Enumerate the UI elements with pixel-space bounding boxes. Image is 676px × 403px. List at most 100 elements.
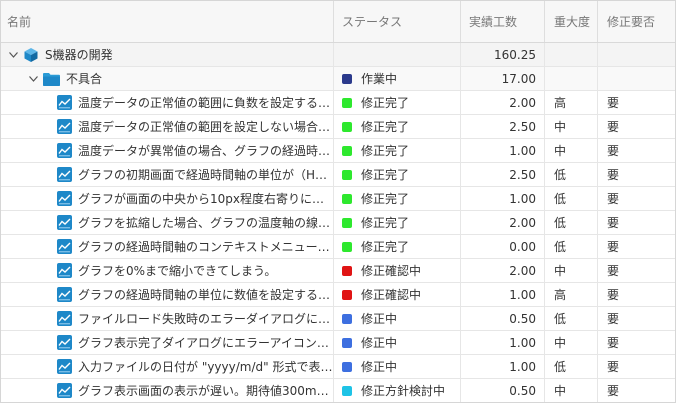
column-header-fix-required[interactable]: 修正要否 xyxy=(598,1,675,42)
issue-status: 修正完了 xyxy=(361,216,410,230)
project-fix-cell xyxy=(598,43,675,66)
line-chart-icon xyxy=(57,119,72,134)
issue-status: 修正完了 xyxy=(361,192,410,206)
group-fix-cell xyxy=(598,67,675,90)
issue-severity: 低 xyxy=(545,235,598,258)
issue-status: 修正中 xyxy=(361,336,398,350)
status-color-swatch xyxy=(342,241,352,252)
tree-row-issue[interactable]: グラフを0%まで縮小できてしまう。 修正確認中 2.00 中 要 xyxy=(1,259,675,283)
line-chart-icon xyxy=(57,335,72,350)
tree-row-issue[interactable]: グラフの経過時間軸のコンテキストメニュー… 修正完了 0.00 低 要 xyxy=(1,235,675,259)
tree-row-issue[interactable]: ファイルロード失敗時のエラーダイアログに… 修正中 0.50 低 要 xyxy=(1,307,675,331)
issue-status-cell: 修正完了 xyxy=(334,211,461,234)
line-chart-icon xyxy=(57,95,72,110)
project-severity-cell xyxy=(545,43,598,66)
issue-status-cell: 修正中 xyxy=(334,331,461,354)
group-name: 不具合 xyxy=(66,72,103,86)
issue-name-cell: グラフの初期画面で経過時間軸の単位が（H）… xyxy=(1,163,334,186)
tree-row-issue[interactable]: グラフの初期画面で経過時間軸の単位が（H）… 修正完了 2.50 低 要 xyxy=(1,163,675,187)
line-chart-icon xyxy=(57,215,72,230)
issue-status-cell: 修正完了 xyxy=(334,139,461,162)
issue-name-cell: グラフの経過時間軸の単位に数値を設定する… xyxy=(1,283,334,306)
line-chart-icon xyxy=(57,383,72,398)
status-color-swatch xyxy=(342,145,352,156)
issue-status-cell: 修正完了 xyxy=(334,187,461,210)
issue-status: 修正中 xyxy=(361,312,398,326)
issue-status-cell: 修正中 xyxy=(334,355,461,378)
grid-header: 名前 ステータス 実績工数 重大度 修正要否 xyxy=(1,1,675,43)
issue-fix-required: 要 xyxy=(607,240,620,254)
issue-severity: 高 xyxy=(545,91,598,114)
tree-row-issue[interactable]: 温度データの正常値の範囲を設定しない場合… 修正完了 2.50 中 要 xyxy=(1,115,675,139)
issue-hours: 1.00 xyxy=(461,139,545,162)
issue-status-cell: 修正方針検討中 xyxy=(334,379,461,402)
column-header-name[interactable]: 名前 xyxy=(1,1,334,42)
project-name: S機器の開発 xyxy=(45,48,113,62)
issue-name-cell: グラフ表示画面の表示が遅い。期待値300ms… xyxy=(1,379,334,402)
issue-hours: 2.50 xyxy=(461,115,545,138)
tree-row-issue[interactable]: グラフ表示完了ダイアログにエラーアイコン… 修正中 1.00 中 要 xyxy=(1,331,675,355)
issue-name-cell: 温度データの正常値の範囲に負数を設定する… xyxy=(1,91,334,114)
issue-name: グラフ表示完了ダイアログにエラーアイコン… xyxy=(78,336,329,350)
issue-severity: 低 xyxy=(545,187,598,210)
issue-name: グラフが画面の中央から10px程度右寄りに表… xyxy=(78,192,333,206)
group-hours: 17.00 xyxy=(461,67,545,90)
issue-hours: 2.50 xyxy=(461,163,545,186)
status-color-swatch xyxy=(342,265,352,276)
tree-grid: 名前 ステータス 実績工数 重大度 修正要否 S機器の開発 160.25 不具合… xyxy=(0,0,676,403)
issue-status-cell: 修正確認中 xyxy=(334,259,461,282)
status-color-swatch xyxy=(342,121,352,132)
issue-name: グラフの初期画面で経過時間軸の単位が（H）… xyxy=(78,168,333,182)
issue-name: 入力ファイルの日付が "yyyy/m/d" 形式で表… xyxy=(78,360,333,374)
issue-fix-required: 要 xyxy=(607,264,620,278)
tree-row-issue[interactable]: グラフ表示画面の表示が遅い。期待値300ms… 修正方針検討中 0.50 中 要 xyxy=(1,379,675,402)
project-status-cell xyxy=(334,43,461,66)
issue-name-cell: 温度データの正常値の範囲を設定しない場合… xyxy=(1,115,334,138)
issue-fix-required: 要 xyxy=(607,168,620,182)
status-color-swatch xyxy=(342,289,352,300)
column-header-status[interactable]: ステータス xyxy=(334,1,461,42)
issue-status: 修正方針検討中 xyxy=(361,384,446,398)
tree-row-project[interactable]: S機器の開発 160.25 xyxy=(1,43,675,67)
chevron-down-icon[interactable] xyxy=(27,73,39,85)
issue-fix-required: 要 xyxy=(607,288,620,302)
issue-status: 修正完了 xyxy=(361,120,410,134)
issue-name: グラフを0%まで縮小できてしまう。 xyxy=(78,264,277,278)
issue-fix-required: 要 xyxy=(607,312,620,326)
issue-name-cell: 温度データが異常値の場合、グラフの経過時… xyxy=(1,139,334,162)
tree-row-issue[interactable]: 入力ファイルの日付が "yyyy/m/d" 形式で表… 修正中 1.00 低 要 xyxy=(1,355,675,379)
tree-row-issue[interactable]: 温度データが異常値の場合、グラフの経過時… 修正完了 1.00 中 要 xyxy=(1,139,675,163)
issue-name-cell: グラフを0%まで縮小できてしまう。 xyxy=(1,259,334,282)
issue-severity: 高 xyxy=(545,283,598,306)
group-severity-cell xyxy=(545,67,598,90)
tree-row-issue[interactable]: グラフを拡縮した場合、グラフの温度軸の線… 修正完了 2.00 低 要 xyxy=(1,211,675,235)
issue-name: グラフを拡縮した場合、グラフの温度軸の線… xyxy=(78,216,331,230)
line-chart-icon xyxy=(57,167,72,182)
issue-fix-required: 要 xyxy=(607,96,620,110)
status-color-swatch xyxy=(342,385,352,396)
tree-row-issue[interactable]: グラフが画面の中央から10px程度右寄りに表… 修正完了 1.00 低 要 xyxy=(1,187,675,211)
issue-name-cell: グラフの経過時間軸のコンテキストメニュー… xyxy=(1,235,334,258)
column-header-hours[interactable]: 実績工数 xyxy=(461,1,545,42)
issue-severity: 中 xyxy=(545,331,598,354)
issue-hours: 1.00 xyxy=(461,331,545,354)
status-color-swatch xyxy=(342,73,352,84)
line-chart-icon xyxy=(57,287,72,302)
issue-status-cell: 修正中 xyxy=(334,307,461,330)
issue-fix-required: 要 xyxy=(607,336,620,350)
line-chart-icon xyxy=(57,143,72,158)
tree-row-issue[interactable]: 温度データの正常値の範囲に負数を設定する… 修正完了 2.00 高 要 xyxy=(1,91,675,115)
column-header-severity[interactable]: 重大度 xyxy=(545,1,598,42)
tree-row-group[interactable]: 不具合 作業中 17.00 xyxy=(1,67,675,91)
issue-status-cell: 修正完了 xyxy=(334,163,461,186)
issue-status: 修正確認中 xyxy=(361,264,422,278)
tree-row-issue[interactable]: グラフの経過時間軸の単位に数値を設定する… 修正確認中 1.00 高 要 xyxy=(1,283,675,307)
chevron-down-icon[interactable] xyxy=(7,49,19,61)
status-color-swatch xyxy=(342,361,352,372)
issue-severity: 中 xyxy=(545,259,598,282)
issue-fix-required: 要 xyxy=(607,360,620,374)
issue-name-cell: 入力ファイルの日付が "yyyy/m/d" 形式で表… xyxy=(1,355,334,378)
status-color-swatch xyxy=(342,169,352,180)
issue-fix-required: 要 xyxy=(607,144,620,158)
issue-hours: 1.00 xyxy=(461,355,545,378)
